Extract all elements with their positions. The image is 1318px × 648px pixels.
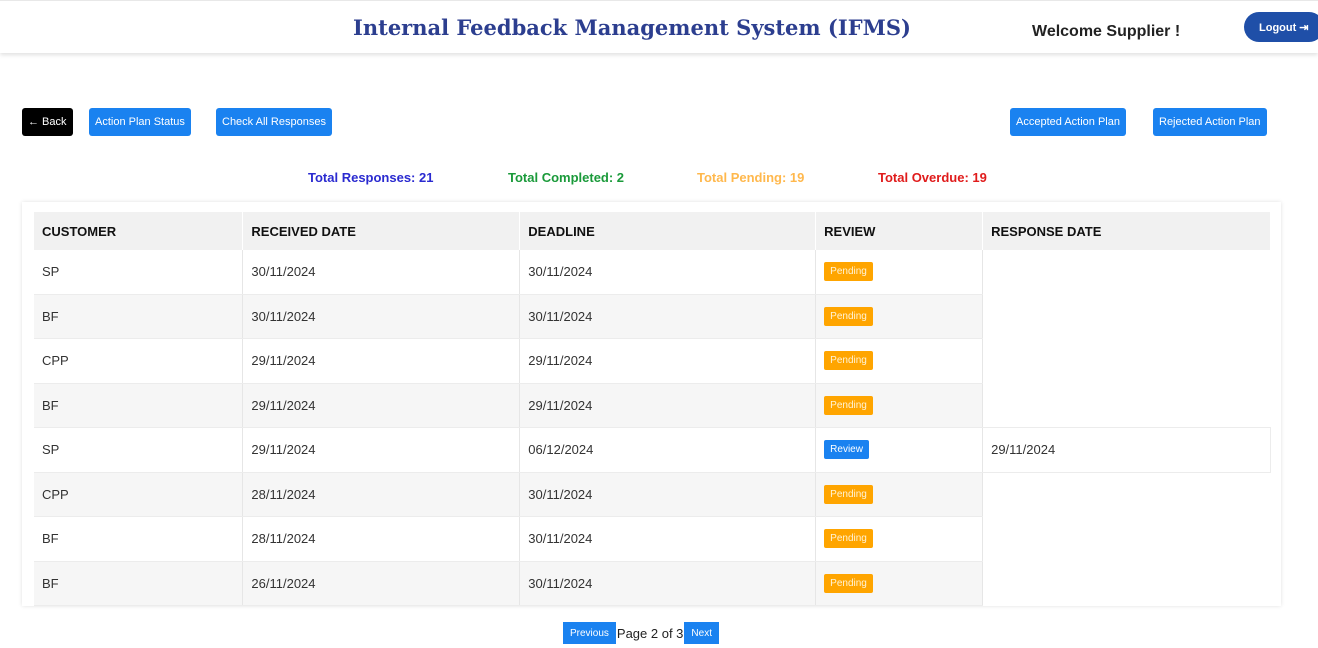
page-indicator: Page 2 of 3 <box>616 625 684 641</box>
deadline-cell: 30/11/2024 <box>519 516 817 562</box>
customer-cell: BF <box>34 383 244 428</box>
table-row: BF 26/11/2024 30/11/2024 Pending <box>34 561 1271 606</box>
response-date-cell <box>982 383 1271 428</box>
deadline-cell: 30/11/2024 <box>519 250 817 295</box>
pagination: Previous Page 2 of 3 Next <box>563 622 719 644</box>
customer-cell: SP <box>34 250 244 295</box>
column-header-deadline: DEADLINE <box>519 212 817 250</box>
table-row: SP 30/11/2024 30/11/2024 Pending <box>34 250 1271 295</box>
response-date-cell: 29/11/2024 <box>982 427 1271 473</box>
table-row: BF 29/11/2024 29/11/2024 Pending <box>34 383 1271 428</box>
sign-out-icon: ⇥ <box>1299 21 1309 34</box>
total-completed-stat: Total Completed: 2 <box>508 170 625 185</box>
received-date-cell: 29/11/2024 <box>242 383 521 428</box>
responses-table-panel: CUSTOMER RECEIVED DATE DEADLINE REVIEW R… <box>22 202 1281 606</box>
pending-badge[interactable]: Pending <box>824 306 873 326</box>
total-responses-stat: Total Responses: 21 <box>308 170 434 185</box>
pending-badge[interactable]: Pending <box>824 351 873 371</box>
review-cell: Pending <box>815 294 984 339</box>
next-page-button[interactable]: Next <box>684 622 719 644</box>
review-cell: Pending <box>815 472 984 517</box>
total-pending-stat: Total Pending: 19 <box>697 170 805 185</box>
responses-table: CUSTOMER RECEIVED DATE DEADLINE REVIEW R… <box>34 212 1271 606</box>
response-date-cell <box>982 338 1271 383</box>
column-header-response-date: RESPONSE DATE <box>982 212 1271 250</box>
response-date-cell <box>982 561 1271 606</box>
response-date-cell <box>982 472 1271 517</box>
response-date-cell <box>982 294 1271 339</box>
received-date-cell: 26/11/2024 <box>242 561 521 606</box>
received-date-cell: 28/11/2024 <box>242 472 521 517</box>
back-button[interactable]: ← Back <box>22 108 73 136</box>
review-button[interactable]: Review <box>824 440 869 460</box>
column-header-received-date: RECEIVED DATE <box>242 212 521 250</box>
pending-badge[interactable]: Pending <box>824 262 873 282</box>
review-cell: Review <box>815 427 984 473</box>
welcome-message: Welcome Supplier ! <box>1032 23 1181 40</box>
review-cell: Pending <box>815 250 984 295</box>
action-plan-status-button[interactable]: Action Plan Status <box>89 108 191 136</box>
response-date-cell <box>982 516 1271 561</box>
column-header-customer: CUSTOMER <box>34 212 244 250</box>
deadline-cell: 06/12/2024 <box>519 427 817 473</box>
column-header-review: REVIEW <box>815 212 984 250</box>
top-header: Internal Feedback Management System (IFM… <box>0 0 1318 53</box>
pending-badge[interactable]: Pending <box>824 395 873 415</box>
table-row: BF 28/11/2024 30/11/2024 Pending <box>34 516 1271 562</box>
customer-cell: CPP <box>34 472 244 517</box>
table-row: SP 29/11/2024 06/12/2024 Review 29/11/20… <box>34 427 1271 473</box>
deadline-cell: 29/11/2024 <box>519 338 817 384</box>
review-cell: Pending <box>815 338 984 384</box>
deadline-cell: 30/11/2024 <box>519 561 817 606</box>
rejected-action-plan-button[interactable]: Rejected Action Plan <box>1153 108 1267 136</box>
customer-cell: SP <box>34 427 244 473</box>
review-cell: Pending <box>815 516 984 562</box>
received-date-cell: 30/11/2024 <box>242 294 521 339</box>
deadline-cell: 30/11/2024 <box>519 472 817 517</box>
deadline-cell: 29/11/2024 <box>519 383 817 428</box>
received-date-cell: 29/11/2024 <box>242 338 521 384</box>
logout-button[interactable]: Logout ⇥ <box>1244 12 1318 42</box>
received-date-cell: 30/11/2024 <box>242 250 521 295</box>
received-date-cell: 28/11/2024 <box>242 516 521 562</box>
accepted-action-plan-button[interactable]: Accepted Action Plan <box>1010 108 1126 136</box>
review-cell: Pending <box>815 561 984 606</box>
review-cell: Pending <box>815 383 984 428</box>
customer-cell: BF <box>34 294 244 339</box>
table-row: CPP 29/11/2024 29/11/2024 Pending <box>34 338 1271 384</box>
pending-badge[interactable]: Pending <box>824 529 873 549</box>
table-header-row: CUSTOMER RECEIVED DATE DEADLINE REVIEW R… <box>34 212 1271 250</box>
received-date-cell: 29/11/2024 <box>242 427 521 473</box>
previous-page-button[interactable]: Previous <box>563 622 616 644</box>
pending-badge[interactable]: Pending <box>824 573 873 593</box>
table-row: BF 30/11/2024 30/11/2024 Pending <box>34 294 1271 339</box>
customer-cell: BF <box>34 561 244 606</box>
response-date-cell <box>982 250 1271 294</box>
customer-cell: BF <box>34 516 244 562</box>
customer-cell: CPP <box>34 338 244 384</box>
total-overdue-stat: Total Overdue: 19 <box>878 170 987 185</box>
table-row: CPP 28/11/2024 30/11/2024 Pending <box>34 472 1271 517</box>
check-all-responses-button[interactable]: Check All Responses <box>216 108 332 136</box>
deadline-cell: 30/11/2024 <box>519 294 817 339</box>
pending-badge[interactable]: Pending <box>824 484 873 504</box>
logout-label: Logout <box>1259 21 1297 34</box>
